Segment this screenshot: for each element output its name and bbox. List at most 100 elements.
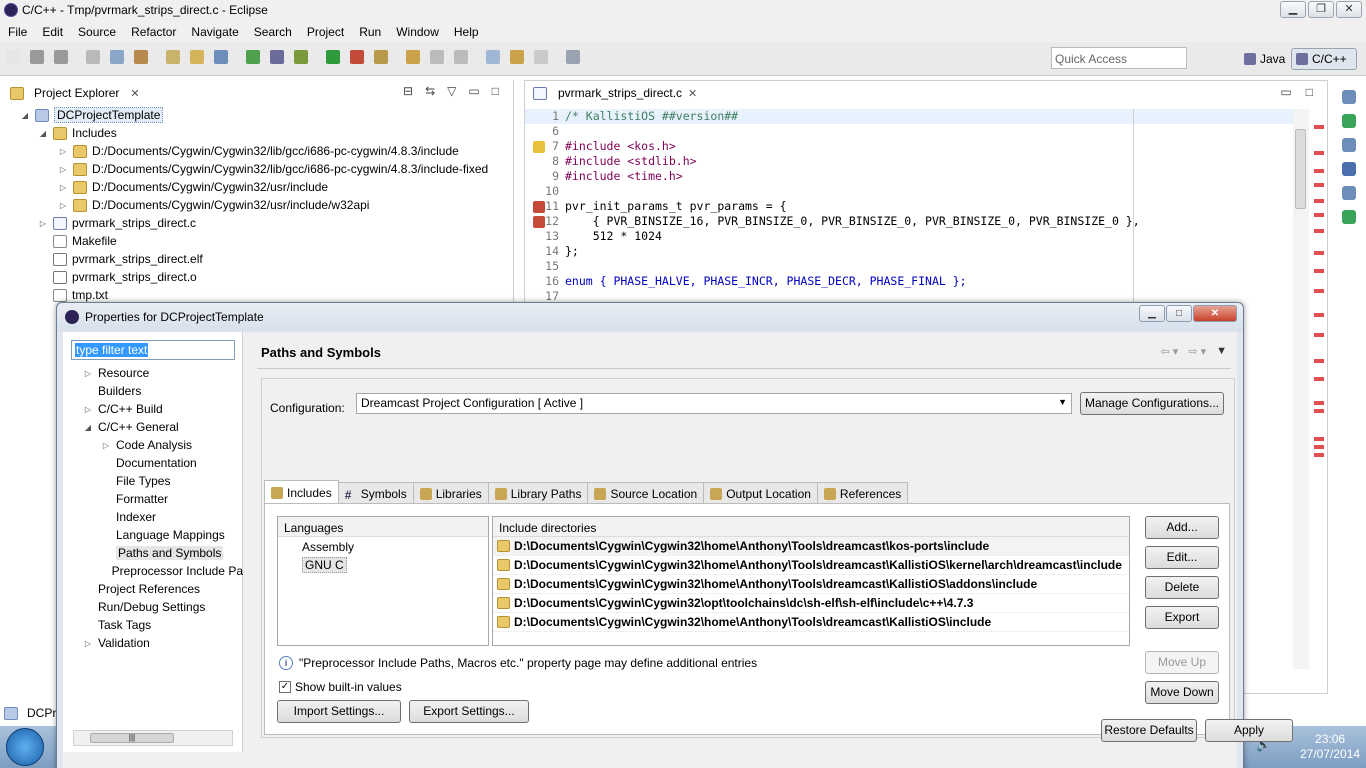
filter-input[interactable]: type filter text bbox=[71, 340, 235, 360]
nav-item[interactable]: ▷ C/C++ Build bbox=[63, 400, 243, 418]
annotation-icon[interactable] bbox=[454, 50, 468, 64]
add-button[interactable]: Add... bbox=[1145, 516, 1219, 539]
collapsed-twisty-icon[interactable]: ▷ bbox=[58, 147, 68, 156]
include-directories-list[interactable]: Include directories D:\Documents\Cygwin\… bbox=[492, 516, 1130, 646]
error-overview-mark[interactable] bbox=[1314, 151, 1324, 155]
back-icon[interactable]: ⇦ ▾ bbox=[1161, 345, 1179, 358]
import-settings-button[interactable]: Import Settings... bbox=[277, 700, 401, 723]
error-marker-icon[interactable] bbox=[533, 216, 545, 228]
error-overview-mark[interactable] bbox=[1314, 377, 1324, 381]
tree-file-row[interactable]: ▷ pvrmark_strips_direct.c bbox=[0, 214, 514, 232]
language-item[interactable]: Assembly bbox=[278, 537, 488, 555]
menu-run[interactable]: Run bbox=[351, 22, 388, 42]
code-line[interactable]: 6 bbox=[525, 124, 1295, 139]
save-icon[interactable] bbox=[30, 50, 44, 64]
code-line[interactable]: 7 #include <kos.h> bbox=[525, 139, 1295, 154]
error-overview-mark[interactable] bbox=[1314, 333, 1324, 337]
maximize-view-icon[interactable]: □ bbox=[492, 84, 499, 98]
delete-button[interactable]: Delete bbox=[1145, 576, 1219, 599]
build-config-icon[interactable] bbox=[110, 50, 124, 64]
nav-item[interactable]: Project References bbox=[63, 580, 243, 598]
overview-ruler[interactable] bbox=[1313, 109, 1325, 669]
error-overview-mark[interactable] bbox=[1314, 359, 1324, 363]
expanded-twisty-icon[interactable]: ◢ bbox=[38, 129, 48, 138]
twisty-icon[interactable]: ▷ bbox=[83, 405, 93, 414]
search-icon[interactable] bbox=[1342, 210, 1356, 224]
open-type-icon[interactable] bbox=[374, 50, 388, 64]
error-overview-mark[interactable] bbox=[1314, 125, 1324, 129]
back-icon[interactable] bbox=[510, 50, 524, 64]
expanded-twisty-icon[interactable]: ◢ bbox=[20, 111, 30, 120]
highlight-icon[interactable] bbox=[430, 50, 444, 64]
search-icon[interactable] bbox=[406, 50, 420, 64]
debug-icon[interactable] bbox=[294, 50, 308, 64]
nav-item[interactable]: Paths and Symbols bbox=[63, 544, 243, 562]
tab-references[interactable]: References bbox=[816, 482, 909, 504]
error-overview-mark[interactable] bbox=[1314, 229, 1324, 233]
nav-item[interactable]: ▷ Resource bbox=[63, 364, 243, 382]
link-editor-icon[interactable]: ⇆ bbox=[425, 84, 435, 98]
nav-horizontal-scrollbar[interactable]: ||| bbox=[73, 730, 233, 746]
menu-project[interactable]: Project bbox=[299, 22, 351, 42]
nav-item[interactable]: Run/Debug Settings bbox=[63, 598, 243, 616]
close-icon[interactable]: ✕ bbox=[130, 87, 139, 100]
tree-include-path[interactable]: ▷ D:/Documents/Cygwin/Cygwin32/usr/inclu… bbox=[0, 178, 514, 196]
code-line[interactable]: 16 enum { PHASE_HALVE, PHASE_INCR, PHASE_… bbox=[525, 274, 1295, 289]
tree-file-row[interactable]: pvrmark_strips_direct.o bbox=[0, 268, 514, 286]
perspective-cpp-button[interactable]: C/C++ bbox=[1291, 48, 1357, 70]
minimize-button[interactable]: ▁ bbox=[1280, 1, 1306, 18]
editor-tab[interactable]: pvrmark_strips_direct.c ✕ bbox=[527, 83, 704, 105]
scrollbar-thumb[interactable]: ||| bbox=[90, 733, 174, 743]
apply-button[interactable]: Apply bbox=[1205, 719, 1293, 742]
tasks-icon[interactable] bbox=[1342, 114, 1356, 128]
prev-annotation-icon[interactable] bbox=[486, 50, 500, 64]
tab-symbols[interactable]: # Symbols bbox=[337, 482, 414, 504]
collapse-all-icon[interactable]: ⊟ bbox=[403, 84, 413, 98]
tree-file-row[interactable]: Makefile bbox=[0, 232, 514, 250]
dialog-minimize-button[interactable]: ▁ bbox=[1139, 305, 1165, 322]
languages-list[interactable]: Languages Assembly GNU C bbox=[277, 516, 489, 646]
error-overview-mark[interactable] bbox=[1314, 183, 1324, 187]
restore-button[interactable]: ❐ bbox=[1308, 1, 1334, 18]
code-line[interactable]: 11 pvr_init_params_t pvr_params = { bbox=[525, 199, 1295, 214]
nav-item[interactable]: Indexer bbox=[63, 508, 243, 526]
problems-icon[interactable] bbox=[1342, 162, 1356, 176]
twisty-icon[interactable]: ▷ bbox=[83, 639, 93, 648]
build-icon[interactable] bbox=[134, 50, 148, 64]
close-icon[interactable]: ✕ bbox=[688, 87, 697, 100]
scrollbar-thumb[interactable] bbox=[1295, 129, 1306, 209]
tree-project-row[interactable]: ◢ DCProjectTemplate bbox=[0, 106, 514, 124]
new-class-icon[interactable] bbox=[214, 50, 228, 64]
nav-item[interactable]: Formatter bbox=[63, 490, 243, 508]
error-overview-mark[interactable] bbox=[1314, 169, 1324, 173]
twisty-icon[interactable]: ▷ bbox=[83, 369, 93, 378]
include-directory-row[interactable]: D:\Documents\Cygwin\Cygwin32\home\Anthon… bbox=[493, 613, 1129, 632]
error-overview-mark[interactable] bbox=[1314, 213, 1324, 217]
menu-help[interactable]: Help bbox=[446, 22, 486, 42]
menu-edit[interactable]: Edit bbox=[34, 22, 70, 42]
nav-item[interactable]: Task Tags bbox=[63, 616, 243, 634]
error-overview-mark[interactable] bbox=[1314, 409, 1324, 413]
tree-file-row[interactable]: pvrmark_strips_direct.elf bbox=[0, 250, 514, 268]
move-down-button[interactable]: Move Down bbox=[1145, 681, 1219, 704]
error-overview-mark[interactable] bbox=[1314, 251, 1324, 255]
error-overview-mark[interactable] bbox=[1314, 453, 1324, 457]
make-target-icon[interactable] bbox=[166, 50, 180, 64]
collapsed-twisty-icon[interactable]: ▷ bbox=[58, 201, 68, 210]
project-explorer-tab[interactable]: Project Explorer ✕ bbox=[4, 82, 146, 104]
twisty-icon[interactable]: ▷ bbox=[101, 441, 111, 450]
menu-navigate[interactable]: Navigate bbox=[183, 22, 245, 42]
include-directory-row[interactable]: D:\Documents\Cygwin\Cygwin32\home\Anthon… bbox=[493, 556, 1129, 575]
nav-item[interactable]: Documentation bbox=[63, 454, 243, 472]
new-folder-icon[interactable] bbox=[190, 50, 204, 64]
collapsed-twisty-icon[interactable]: ▷ bbox=[38, 219, 48, 228]
error-overview-mark[interactable] bbox=[1314, 313, 1324, 317]
refresh-icon[interactable] bbox=[246, 50, 260, 64]
code-line[interactable]: 10 bbox=[525, 184, 1295, 199]
nav-item[interactable]: ▷ Code Analysis bbox=[63, 436, 243, 454]
maximize-view-icon[interactable]: □ bbox=[1306, 85, 1313, 99]
code-line[interactable]: 9 #include <time.h> bbox=[525, 169, 1295, 184]
nav-item[interactable]: Language Mappings bbox=[63, 526, 243, 544]
menu-window[interactable]: Window bbox=[388, 22, 446, 42]
error-overview-mark[interactable] bbox=[1314, 199, 1324, 203]
